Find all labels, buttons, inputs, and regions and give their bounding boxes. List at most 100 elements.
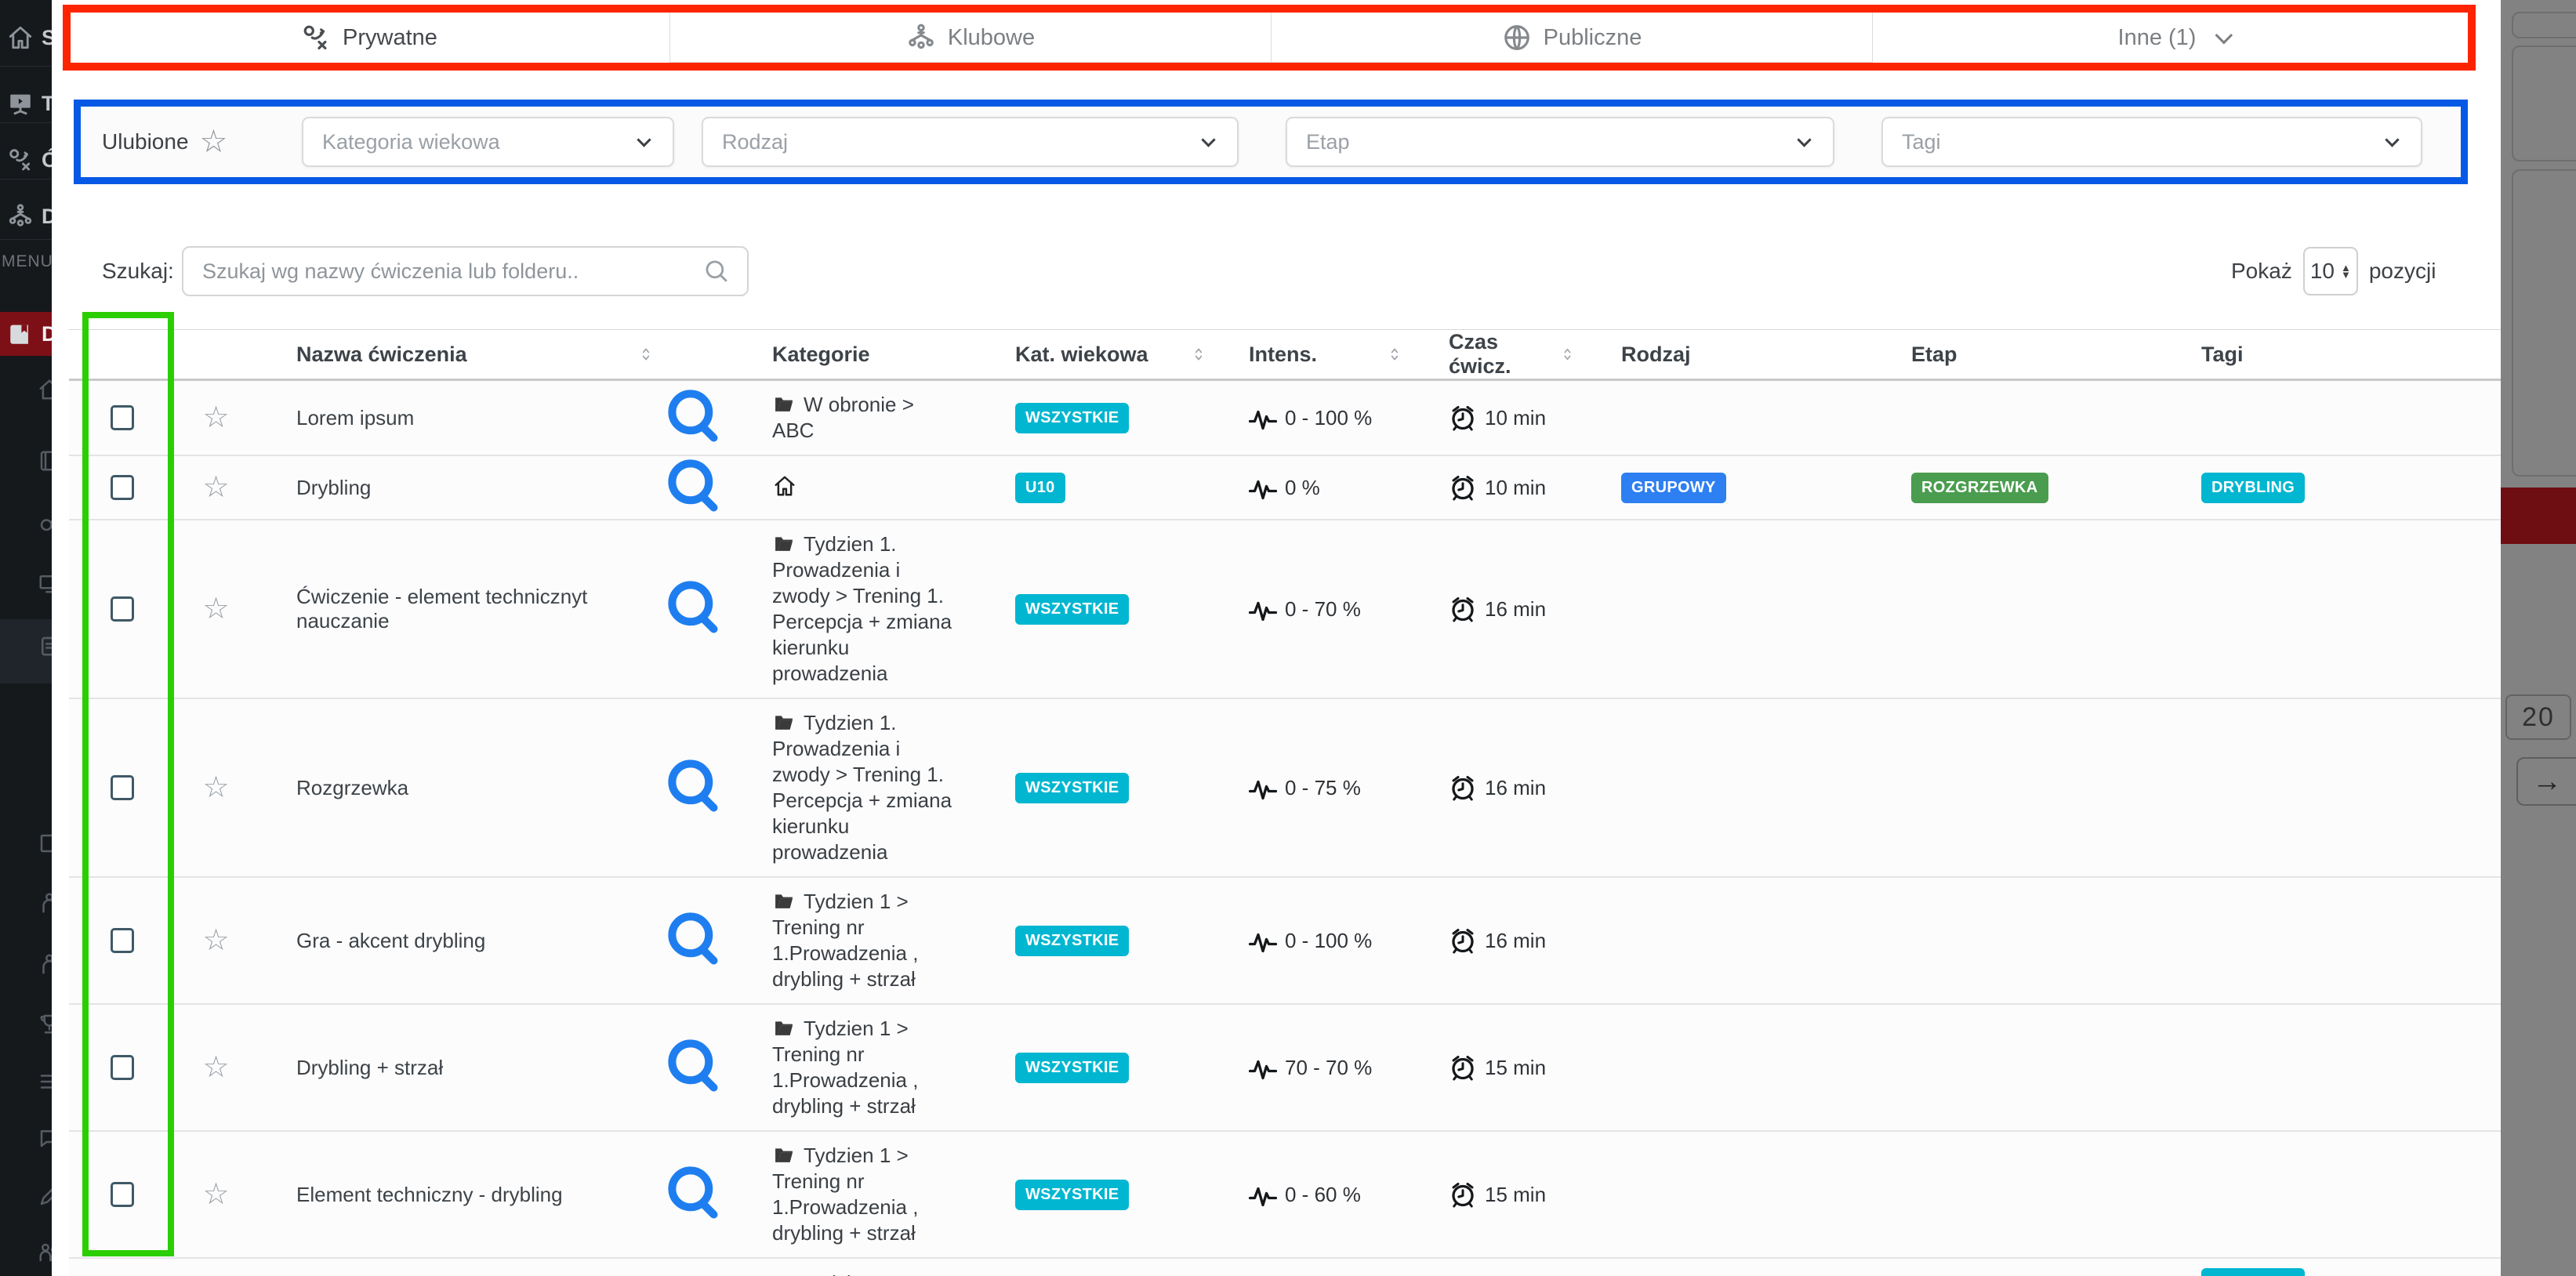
column-header-age[interactable]: Kat. wiekowa	[982, 343, 1217, 367]
sidebar-item[interactable]	[0, 829, 52, 857]
house-upload-icon	[38, 378, 52, 401]
sidebar-item-s[interactable]: S	[0, 9, 52, 66]
search-input[interactable]	[202, 259, 703, 284]
filter-bar: Ulubione ☆ Kategoria wiekowa Rodzaj Etap Ta…	[81, 107, 2461, 177]
duration-value: 16 min	[1449, 926, 1586, 955]
spinner-arrows-icon[interactable]: ▲▼	[2341, 264, 2351, 278]
dropdown-placeholder: Kategoria wiekowa	[322, 130, 639, 154]
wave-icon	[1249, 595, 1277, 623]
duration-value: 10 min	[1449, 404, 1586, 432]
sort-arrows-icon[interactable]	[1560, 343, 1575, 365]
tab-inne-1-[interactable]: Inne (1)	[1873, 8, 2473, 67]
table-row: ☆Lorem ipsumW obronie > ABCWSZYSTKIE0 - …	[69, 381, 2501, 456]
row-checkbox[interactable]	[111, 405, 134, 430]
favorite-star-icon[interactable]: ☆	[202, 926, 229, 955]
favorite-star-icon[interactable]: ☆	[202, 773, 229, 803]
dimmed-box	[2512, 12, 2576, 38]
filter-dropdown-tagi[interactable]: Tagi	[1881, 117, 2422, 167]
next-arrow-button[interactable]: →	[2516, 757, 2576, 806]
sidebar-item[interactable]	[0, 508, 52, 536]
tab-klubowe[interactable]: Klubowe	[670, 8, 1272, 67]
star-icon[interactable]: ☆	[200, 126, 228, 158]
sidebar-item[interactable]	[0, 950, 52, 978]
row-checkbox[interactable]	[111, 475, 134, 500]
sidebar-item[interactable]	[0, 1124, 52, 1152]
exercise-name: Rozgrzewka	[296, 776, 408, 799]
etap-badge: ROZGRZEWKA	[1911, 473, 2048, 503]
row-checkbox[interactable]	[111, 775, 134, 800]
favorite-star-icon[interactable]: ☆	[202, 473, 229, 502]
sort-arrows-icon[interactable]	[1191, 343, 1206, 365]
sidebar-item[interactable]	[0, 1182, 52, 1210]
sidebar-item-d[interactable]: D	[0, 188, 52, 245]
sidebar-item[interactable]	[0, 569, 52, 597]
tab-prywatne[interactable]: Prywatne	[69, 8, 670, 67]
filter-dropdown-kategoria-wiekowa[interactable]: Kategoria wiekowa	[302, 117, 674, 167]
intensity-value: 0 - 100 %	[1249, 926, 1413, 955]
age-category-badges: WSZYSTKIE	[1015, 1053, 1217, 1083]
sidebar-item[interactable]	[0, 1238, 52, 1267]
sidebar-item[interactable]	[0, 632, 52, 660]
tab-publiczne[interactable]: Publiczne	[1272, 8, 1873, 67]
sidebar-item[interactable]	[0, 1010, 52, 1038]
preview-search-icon[interactable]	[665, 1085, 724, 1098]
sort-arrows-icon[interactable]	[638, 343, 654, 365]
favorite-star-icon[interactable]: ☆	[202, 1053, 229, 1082]
preview-search-icon[interactable]	[665, 1212, 724, 1225]
preview-search-icon[interactable]	[665, 435, 724, 448]
row-checkbox[interactable]	[111, 928, 134, 953]
background-page-size-box[interactable]: 20	[2505, 694, 2571, 740]
dimmed-box	[2512, 45, 2576, 161]
exercise-name: Ćwiczenie - element technicznyt nauczani…	[296, 585, 587, 633]
sidebar-item-exercises-active[interactable]: D	[0, 312, 52, 356]
sidebar-item[interactable]	[0, 447, 52, 475]
exercise-name: Drybling	[296, 476, 371, 499]
sidebar-item[interactable]	[0, 1068, 52, 1096]
person-icon	[38, 952, 52, 976]
filter-dropdown-etap[interactable]: Etap	[1286, 117, 1834, 167]
row-checkbox[interactable]	[111, 1182, 134, 1207]
sidebar-item[interactable]	[0, 375, 52, 404]
dropdown-placeholder: Tagi	[1902, 130, 2387, 154]
column-header-label: Kategorie	[772, 343, 870, 367]
favorite-star-icon[interactable]: ☆	[202, 403, 229, 433]
sidebar-item-ć[interactable]: Ć	[0, 132, 52, 188]
row-checkbox[interactable]	[111, 596, 134, 622]
favorite-star-icon[interactable]: ☆	[202, 1180, 229, 1209]
intensity-value: 0 %	[1249, 473, 1413, 502]
dimmed-red-band	[2501, 488, 2576, 544]
folder-icon	[772, 533, 796, 552]
preview-search-icon[interactable]	[665, 958, 724, 971]
intensity-value: 70 - 70 %	[1249, 1053, 1413, 1082]
sidebar-menu-label: MENU	[2, 252, 52, 271]
sidebar-item-label: T	[42, 92, 52, 116]
page-size-value: 10	[2310, 259, 2335, 284]
favorites-toggle[interactable]: Ulubione ☆	[102, 107, 227, 177]
column-header-name[interactable]: Nazwa ćwiczenia	[257, 343, 665, 367]
column-header-rodzaj: Rodzaj	[1586, 343, 1876, 367]
home-icon	[772, 474, 797, 498]
preview-search-icon[interactable]	[665, 626, 724, 640]
folder-icon	[772, 712, 796, 730]
dimmed-box	[2512, 169, 2576, 477]
exercises-table: Nazwa ćwiczenia Kategorie Kat. wiekowaInte…	[69, 329, 2501, 1276]
page-size-spinner[interactable]: 10 ▲▼	[2303, 247, 2358, 295]
preview-search-icon[interactable]	[665, 805, 724, 818]
intensity-value: 0 - 100 %	[1249, 404, 1413, 432]
exercise-name: Drybling + strzał	[296, 1056, 443, 1079]
preview-search-icon[interactable]	[665, 505, 724, 518]
column-header-label: Tagi	[2201, 343, 2244, 367]
sidebar-item[interactable]	[0, 889, 52, 917]
column-header-czas[interactable]: Czas ćwicz.	[1413, 330, 1586, 379]
intensity-value: 0 - 70 %	[1249, 595, 1413, 623]
favorite-star-icon[interactable]: ☆	[202, 594, 229, 624]
filter-dropdown-rodzaj[interactable]: Rodzaj	[702, 117, 1239, 167]
sidebar-item-t[interactable]: T	[0, 75, 52, 132]
row-checkbox[interactable]	[111, 1055, 134, 1080]
sort-arrows-icon[interactable]	[1387, 343, 1402, 365]
duration-value: 10 min	[1449, 473, 1586, 502]
clock-icon	[1449, 926, 1477, 955]
left-sidebar: STĆDMENUD	[0, 0, 52, 1276]
column-header-int[interactable]: Intens.	[1217, 343, 1413, 367]
duration-value: 16 min	[1449, 595, 1586, 623]
